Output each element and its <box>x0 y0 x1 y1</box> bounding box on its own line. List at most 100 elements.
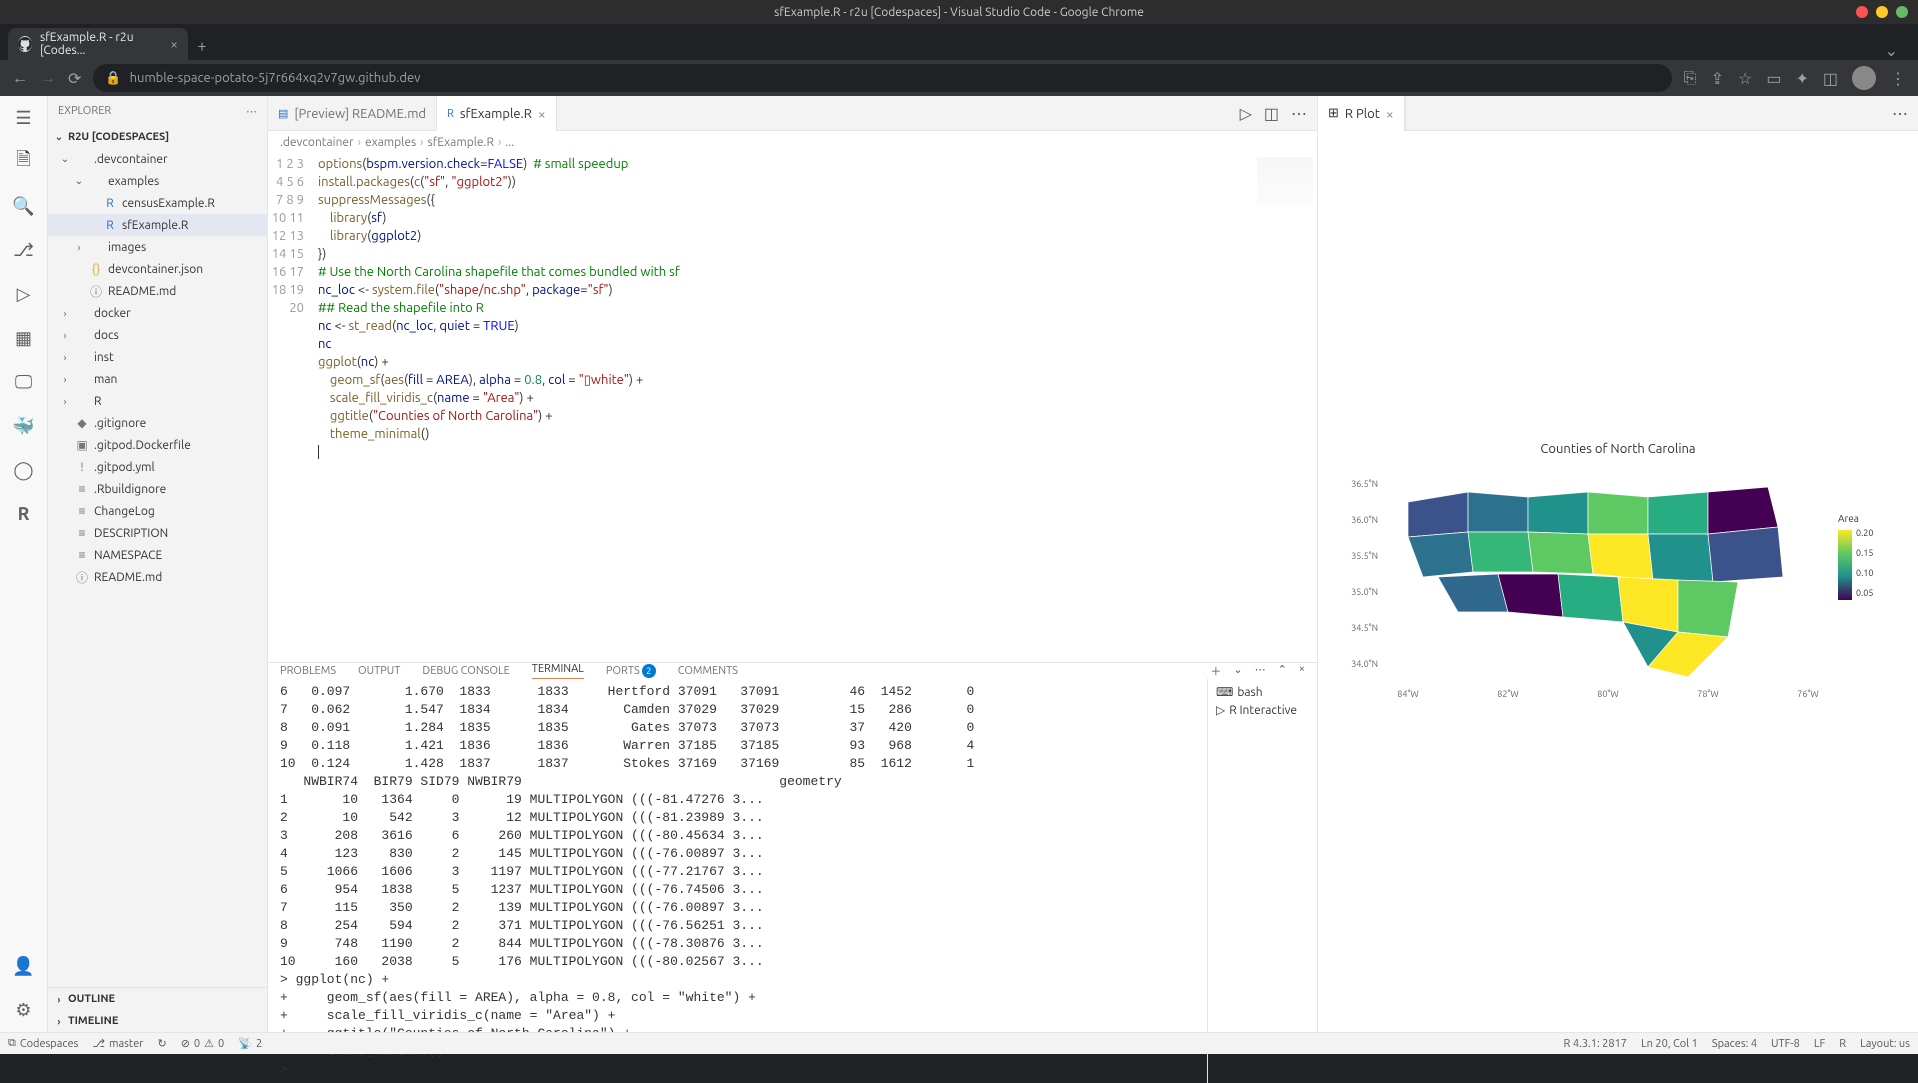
folder-item[interactable]: ›inst <box>48 346 267 368</box>
file-item[interactable]: RcensusExample.R <box>48 192 267 214</box>
extensions-icon[interactable]: ✦ <box>1795 69 1808 88</box>
source-control-icon[interactable]: ⎇ <box>12 238 36 262</box>
reload-icon[interactable]: ⟳ <box>68 69 81 88</box>
svg-text:0.20: 0.20 <box>1856 528 1873 538</box>
forward-icon[interactable]: → <box>40 69 56 88</box>
code-content[interactable]: options(bspm.version.check=FALSE) # smal… <box>318 153 1317 662</box>
panel-tab-comments[interactable]: COMMENTS <box>678 665 738 677</box>
sidebar: EXPLORER ⋯ ⌄ R2U [CODESPACES] ⌄.devconta… <box>48 96 268 1032</box>
eol-status[interactable]: LF <box>1814 1038 1825 1050</box>
file-item[interactable]: {}devcontainer.json <box>48 258 267 280</box>
folder-item[interactable]: ›docs <box>48 324 267 346</box>
install-icon[interactable]: ⎘ <box>1684 69 1697 88</box>
folder-item[interactable]: ›R <box>48 390 267 412</box>
sync-status[interactable]: ↻ <box>157 1037 166 1050</box>
panel-tab-debug-console[interactable]: DEBUG CONSOLE <box>422 665 509 677</box>
chrome-tab[interactable]: sfExample.R - r2u [Codes... × <box>8 28 188 60</box>
close-icon[interactable]: × <box>1299 663 1305 679</box>
panel-tab-ports[interactable]: PORTS2 <box>606 664 656 678</box>
layout-status[interactable]: Layout: us <box>1860 1038 1910 1050</box>
search-icon[interactable]: 🔍 <box>12 194 36 218</box>
folder-item[interactable]: ⌄.devcontainer <box>48 148 267 170</box>
explorer-icon[interactable]: 🗎 <box>12 150 36 174</box>
run-debug-icon[interactable]: ▷ <box>12 282 36 306</box>
minimap[interactable] <box>1257 157 1313 207</box>
dropdown-icon[interactable]: ⌄ <box>1233 663 1242 679</box>
profile-avatar[interactable] <box>1852 66 1876 90</box>
cast-icon[interactable]: ▭ <box>1766 69 1781 88</box>
codespaces-status[interactable]: ⧉ Codespaces <box>8 1037 78 1050</box>
file-item[interactable]: !.gitpod.yml <box>48 456 267 478</box>
settings-gear-icon[interactable]: ⚙ <box>12 998 36 1022</box>
extensions-grid-icon[interactable]: ▦ <box>12 326 36 350</box>
timeline-section[interactable]: ›TIMELINE <box>48 1010 267 1032</box>
panel-tab-problems[interactable]: PROBLEMS <box>280 665 336 677</box>
bookmark-icon[interactable]: ☆ <box>1738 69 1752 88</box>
folder-item[interactable]: ›man <box>48 368 267 390</box>
folder-item[interactable]: ›images <box>48 236 267 258</box>
spaces-status[interactable]: Spaces: 4 <box>1712 1038 1757 1050</box>
back-icon[interactable]: ← <box>12 69 28 88</box>
tabs-dropdown-icon[interactable]: ⌄ <box>1885 41 1898 60</box>
file-item[interactable]: RsfExample.R <box>48 214 267 236</box>
file-item[interactable]: ≡NAMESPACE <box>48 544 267 566</box>
address-bar[interactable]: 🔒 humble-space-potato-5j7r664xq2v7gw.git… <box>93 64 1671 92</box>
github-icon[interactable]: ◯ <box>12 458 36 482</box>
panel-tab-terminal[interactable]: TERMINAL <box>532 663 584 679</box>
close-dot[interactable] <box>1896 6 1908 18</box>
terminal-icon: ▷ <box>1216 703 1225 717</box>
maximize-dot[interactable] <box>1876 6 1888 18</box>
terminal-output[interactable]: 6 0.097 1.670 1833 1833 Hertford 37091 3… <box>268 679 1207 1083</box>
language-status[interactable]: R <box>1839 1038 1846 1050</box>
file-item[interactable]: ◆.gitignore <box>48 412 267 434</box>
file-item[interactable]: ⓘREADME.md <box>48 280 267 302</box>
close-icon[interactable]: × <box>170 36 178 52</box>
ports-status[interactable]: 📡 2 <box>238 1037 262 1050</box>
docker-icon[interactable]: 🐳 <box>12 414 36 438</box>
terminal-bash[interactable]: ⌨bash <box>1212 683 1313 701</box>
new-terminal-icon[interactable]: ＋ <box>1210 663 1221 679</box>
more-icon[interactable]: ⋯ <box>1892 104 1908 123</box>
file-item[interactable]: ⓘREADME.md <box>48 566 267 588</box>
menu-icon[interactable]: ⋮ <box>1890 69 1906 88</box>
run-icon[interactable]: ▷ <box>1240 104 1252 123</box>
branch-status[interactable]: ⎇ master <box>92 1037 143 1050</box>
more-icon[interactable]: ⋯ <box>246 105 257 118</box>
encoding-status[interactable]: UTF-8 <box>1771 1038 1800 1050</box>
more-icon[interactable]: ⋯ <box>1255 663 1266 679</box>
r-version-status[interactable]: R 4.3.1: 2817 <box>1564 1038 1627 1050</box>
share-icon[interactable]: ⇪ <box>1711 69 1724 88</box>
close-icon[interactable]: × <box>1386 106 1394 122</box>
panel-tab-output[interactable]: OUTPUT <box>358 665 400 677</box>
sidebar-root[interactable]: ⌄ R2U [CODESPACES] <box>48 126 267 148</box>
split-icon[interactable]: ◫ <box>1264 104 1279 123</box>
remote-icon[interactable]: 🖵 <box>12 370 36 394</box>
editor-tabs: ▤[Preview] README.mdRsfExample.R× ▷ ◫ ⋯ ⊞R … <box>268 96 1918 131</box>
folder-item[interactable]: ›docker <box>48 302 267 324</box>
editor-tab[interactable]: ⊞R Plot× <box>1318 96 1405 131</box>
minimize-dot[interactable] <box>1856 6 1868 18</box>
new-tab-button[interactable]: + <box>188 32 216 60</box>
problems-status[interactable]: ⊘ 0 ⚠ 0 <box>181 1037 225 1050</box>
file-item[interactable]: ▣.gitpod.Dockerfile <box>48 434 267 456</box>
code-editor[interactable]: .devcontainer › examples › sfExample.R ›… <box>268 131 1318 1032</box>
outline-section[interactable]: ›OUTLINE <box>48 988 267 1010</box>
editor-tab[interactable]: ▤[Preview] README.md <box>268 96 437 131</box>
cursor-status[interactable]: Ln 20, Col 1 <box>1641 1038 1698 1050</box>
breadcrumb[interactable]: .devcontainer › examples › sfExample.R ›… <box>268 131 1317 153</box>
menu-icon[interactable]: ☰ <box>12 106 36 130</box>
folder-item[interactable]: ⌄examples <box>48 170 267 192</box>
maximize-icon[interactable]: ⌃ <box>1278 663 1287 679</box>
file-item[interactable]: ≡.Rbuildignore <box>48 478 267 500</box>
editor-tab[interactable]: RsfExample.R× <box>437 96 557 131</box>
r-extension-icon[interactable]: R <box>12 502 36 526</box>
account-icon[interactable]: 👤 <box>12 954 36 978</box>
close-icon[interactable]: × <box>538 106 546 122</box>
more-icon[interactable]: ⋯ <box>1291 104 1307 123</box>
terminal-r[interactable]: ▷R Interactive <box>1212 701 1313 719</box>
file-item[interactable]: ≡ChangeLog <box>48 500 267 522</box>
sidepanel-icon[interactable]: ◫ <box>1823 69 1838 88</box>
file-tree: ⌄.devcontainer⌄examplesRcensusExample.RR… <box>48 148 267 987</box>
file-item[interactable]: ≡DESCRIPTION <box>48 522 267 544</box>
vscode-root: ☰ 🗎 🔍 ⎇ ▷ ▦ 🖵 🐳 ◯ R 👤 ⚙ EXPLORER ⋯ ⌄ R2U… <box>0 96 1918 1032</box>
